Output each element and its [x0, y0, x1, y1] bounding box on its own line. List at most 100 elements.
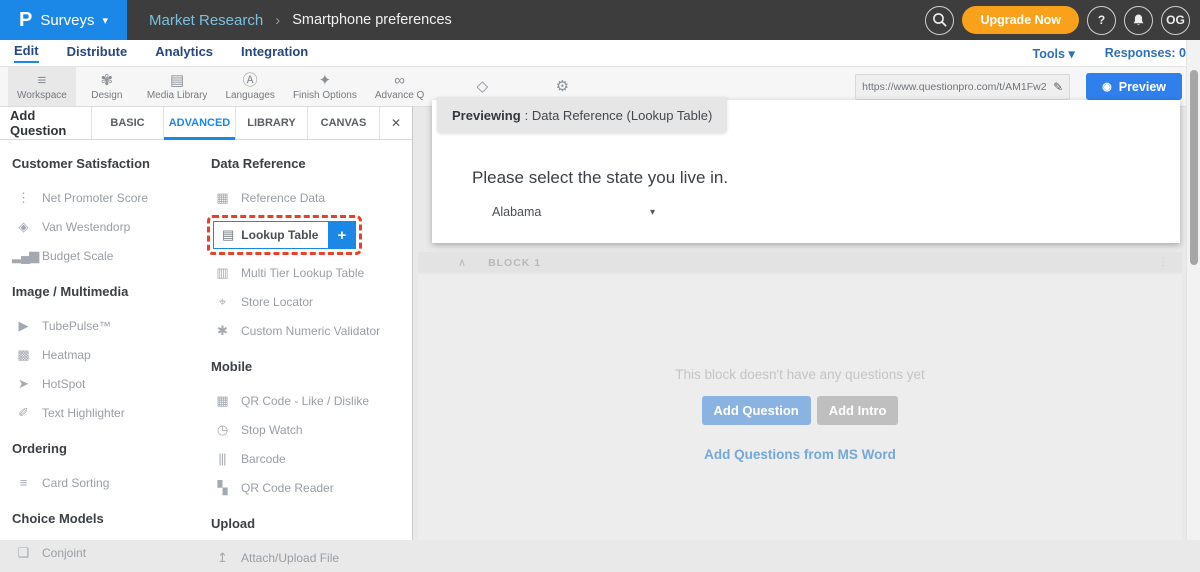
edit-url-icon[interactable]: ✎	[1053, 80, 1063, 94]
tools-menu[interactable]: Tools ▾	[1033, 46, 1075, 61]
heatmap-icon: ▩	[12, 347, 34, 363]
question-types-column-2: Data Reference ▦ Reference Data ▤ Lookup…	[203, 140, 401, 572]
nps-scale-icon: ⋮	[12, 190, 34, 206]
qr-code-icon: ▦	[211, 393, 233, 409]
numeric-validator-icon: ✱	[211, 323, 233, 339]
add-lookup-table-button[interactable]: +	[328, 222, 355, 248]
finish-options-button[interactable]: ✦ Finish Options	[284, 67, 366, 106]
block-options-icon[interactable]: ⋮	[1158, 257, 1168, 268]
chain-link-icon: ∞	[394, 73, 405, 89]
tab-edit[interactable]: Edit	[14, 43, 39, 63]
palette-icon: ✾	[101, 73, 114, 89]
item-store-locator[interactable]: ⌖ Store Locator	[211, 287, 401, 316]
video-icon: ▶	[12, 318, 34, 334]
question-types-column-1: Customer Satisfaction ⋮ Net Promoter Sco…	[0, 140, 203, 572]
tab-integration[interactable]: Integration	[241, 44, 308, 62]
upgrade-now-button[interactable]: Upgrade Now	[962, 6, 1079, 34]
breadcrumb-survey-title: Smartphone preferences	[292, 12, 452, 28]
advance-options-button[interactable]: ∞ Advance Q	[366, 67, 433, 106]
add-question-button[interactable]: Add Question	[702, 396, 811, 425]
item-van-westendorp[interactable]: ◈ Van Westendorp	[12, 212, 203, 241]
tag-icon: ◇	[477, 79, 489, 95]
image-icon: ▤	[170, 73, 184, 89]
state-dropdown[interactable]: Alabama ▾	[492, 205, 655, 219]
block-body: This block doesn't have any questions ye…	[418, 275, 1182, 540]
translate-icon: Ⓐ	[243, 73, 258, 89]
section-heading-mobile: Mobile	[211, 359, 401, 374]
item-stop-watch[interactable]: ◷ Stop Watch	[211, 415, 401, 444]
item-conjoint[interactable]: ❏ Conjoint	[12, 538, 203, 567]
avatar[interactable]: OG	[1161, 6, 1190, 35]
survey-url-field[interactable]: https://www.questionpro.com/t/AM1Fw2 ✎	[855, 74, 1070, 100]
media-library-button[interactable]: ▤ Media Library	[138, 67, 217, 106]
tab-canvas[interactable]: CANVAS	[308, 107, 380, 139]
tab-distribute[interactable]: Distribute	[67, 44, 128, 62]
item-attach-upload-file[interactable]: ↥ Attach/Upload File	[211, 543, 401, 572]
add-intro-button[interactable]: Add Intro	[817, 396, 899, 425]
preview-button[interactable]: ◉ Preview	[1086, 73, 1182, 100]
section-heading-choice-models: Choice Models	[12, 511, 203, 526]
search-icon	[931, 11, 949, 29]
lookup-table-icon: ▤	[222, 227, 234, 243]
item-text-highlighter[interactable]: ✐ Text Highlighter	[12, 398, 203, 427]
magic-wand-icon: ✦	[319, 73, 332, 89]
empty-block-message: This block doesn't have any questions ye…	[418, 367, 1182, 382]
breadcrumb-folder[interactable]: Market Research	[149, 12, 263, 29]
tab-analytics[interactable]: Analytics	[155, 44, 213, 62]
design-button[interactable]: ✾ Design	[76, 67, 138, 106]
add-questions-from-ms-word-link[interactable]: Add Questions from MS Word	[704, 447, 896, 462]
surveys-menu[interactable]: P Surveys ▾	[0, 0, 127, 40]
item-hotspot[interactable]: ➤ HotSpot	[12, 369, 203, 398]
chevron-down-icon: ▾	[650, 207, 655, 218]
upload-icon: ↥	[211, 550, 233, 566]
item-qr-code-like-dislike[interactable]: ▦ QR Code - Like / Dislike	[211, 386, 401, 415]
vertical-scrollbar[interactable]	[1186, 40, 1200, 540]
close-panel-button[interactable]: ✕	[380, 107, 412, 139]
qr-reader-icon: ▚	[211, 480, 233, 496]
preview-question-text: Please select the state you live in.	[472, 168, 728, 188]
panel-title: Add Question	[0, 107, 92, 139]
item-card-sorting[interactable]: ≡ Card Sorting	[12, 468, 203, 497]
item-budget-scale[interactable]: ▂▄▆ Budget Scale	[12, 241, 203, 270]
dropdown-selected-value: Alabama	[492, 205, 541, 219]
section-heading-data-reference: Data Reference	[211, 156, 401, 171]
item-qr-code-reader[interactable]: ▚ QR Code Reader	[211, 473, 401, 502]
section-heading-customer-satisfaction: Customer Satisfaction	[12, 156, 203, 171]
item-heatmap[interactable]: ▩ Heatmap	[12, 340, 203, 369]
item-custom-numeric-validator[interactable]: ✱ Custom Numeric Validator	[211, 316, 401, 345]
tab-basic[interactable]: BASIC	[92, 107, 164, 139]
reference-data-icon: ▦	[211, 190, 233, 206]
languages-button[interactable]: Ⓐ Languages	[216, 67, 284, 106]
chevron-down-icon: ▾	[1068, 47, 1074, 61]
bar-chart-icon: ▂▄▆	[12, 248, 34, 264]
item-multi-tier-lookup-table[interactable]: ▥ Multi Tier Lookup Table	[211, 258, 401, 287]
section-heading-ordering: Ordering	[12, 441, 203, 456]
product-label: Surveys	[40, 12, 94, 29]
scrollbar-thumb[interactable]	[1190, 70, 1198, 265]
breadcrumb: Market Research › Smartphone preferences	[149, 12, 452, 29]
item-reference-data[interactable]: ▦ Reference Data	[211, 183, 401, 212]
bell-icon	[1130, 12, 1147, 29]
previewing-tooltip: Previewing : Data Reference (Lookup Tabl…	[437, 97, 727, 133]
workspace-button[interactable]: ≡ Workspace	[8, 67, 76, 106]
help-button[interactable]: ?	[1087, 6, 1116, 35]
responses-count[interactable]: Responses: 0	[1105, 46, 1186, 60]
tab-advanced[interactable]: ADVANCED	[164, 107, 236, 139]
block-title: BLOCK 1	[488, 257, 541, 269]
item-barcode[interactable]: ||| Barcode	[211, 444, 401, 473]
collapse-block-icon[interactable]: ∧	[458, 256, 466, 269]
map-pin-icon: ⌖	[211, 294, 233, 310]
item-tubepulse[interactable]: ▶ TubePulse™	[12, 311, 203, 340]
tab-library[interactable]: LIBRARY	[236, 107, 308, 139]
stopwatch-icon: ◷	[211, 422, 233, 438]
block-header: ∧ BLOCK 1 ⋮	[418, 252, 1182, 273]
item-net-promoter-score[interactable]: ⋮ Net Promoter Score	[12, 183, 203, 212]
search-button[interactable]	[925, 6, 954, 35]
breadcrumb-separator: ›	[275, 12, 280, 29]
eye-icon: ◉	[1102, 80, 1112, 93]
item-lookup-table[interactable]: ▤ Lookup Table +	[213, 221, 356, 249]
notifications-button[interactable]	[1124, 6, 1153, 35]
numbered-list-icon: ≡	[12, 475, 34, 490]
multi-tier-icon: ▥	[211, 265, 233, 281]
avatar-initials: OG	[1166, 13, 1185, 27]
